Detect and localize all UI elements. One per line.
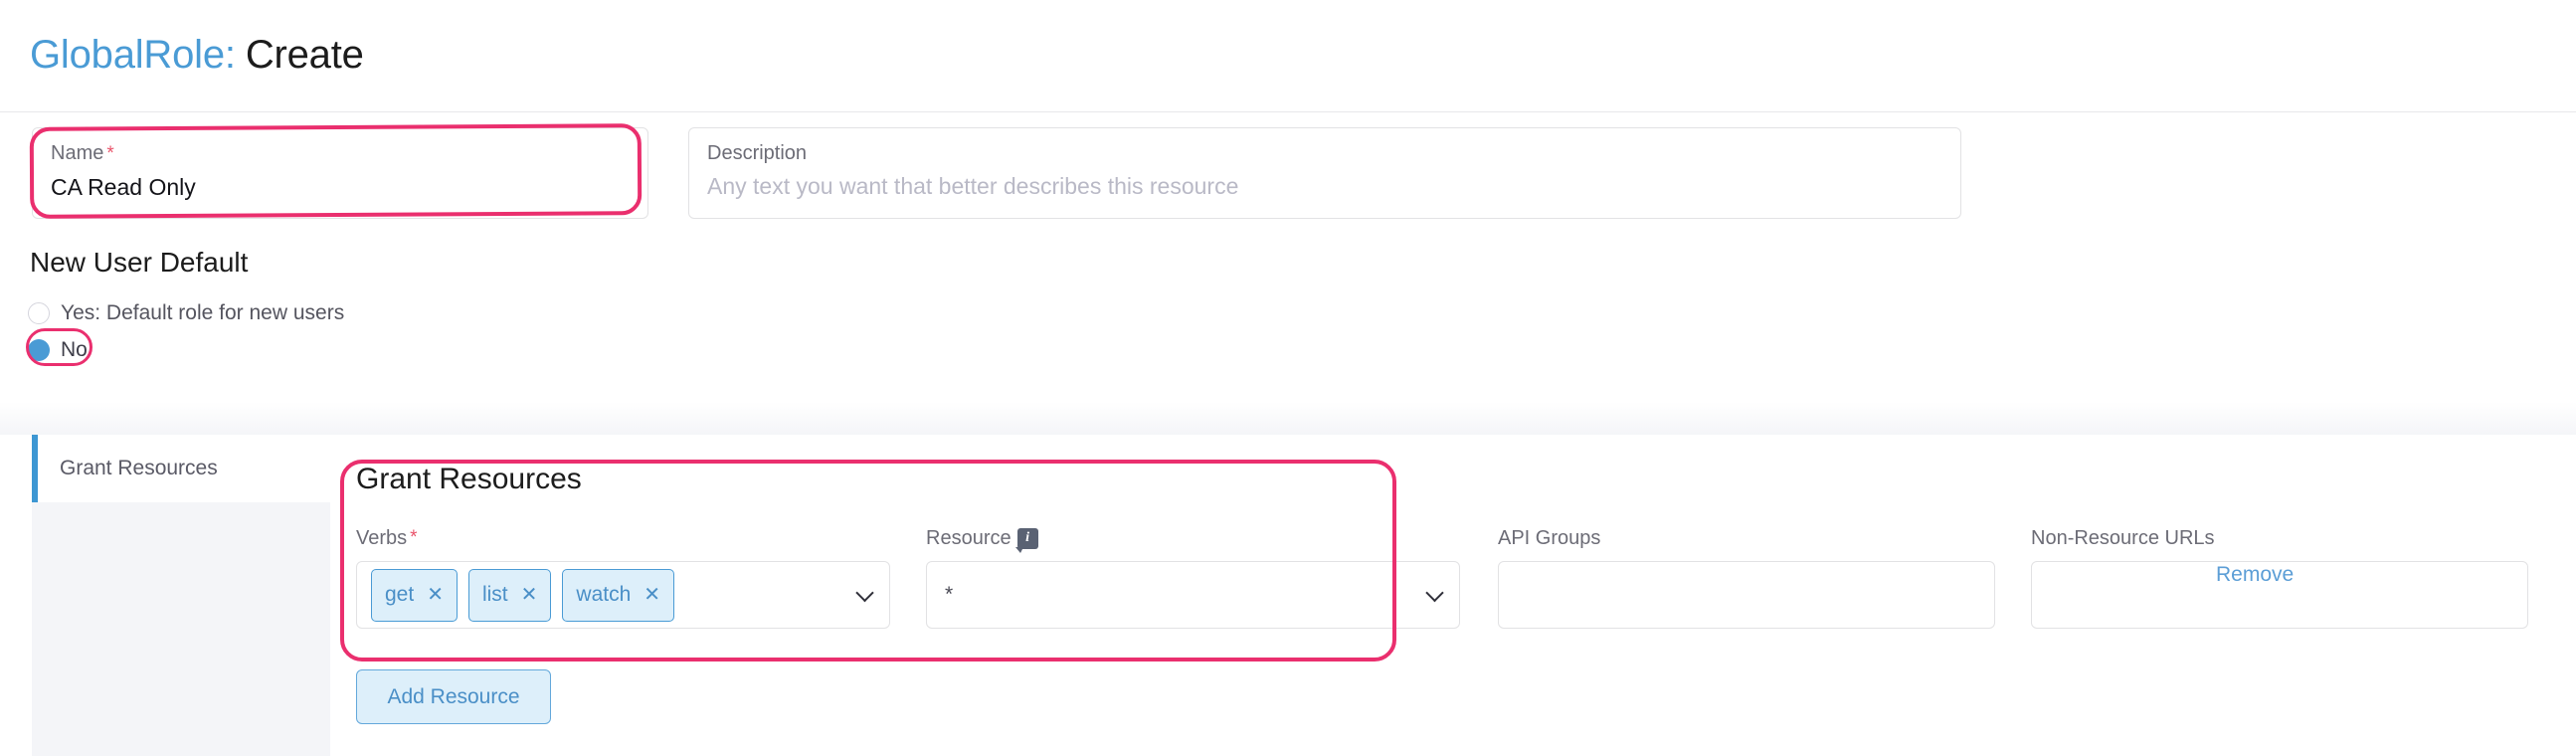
add-resource-button[interactable]: Add Resource xyxy=(356,669,551,724)
verb-tag[interactable]: list ✕ xyxy=(468,569,551,622)
radio-circle-filled-icon xyxy=(28,339,50,361)
remove-resource-link[interactable]: Remove xyxy=(2216,563,2294,587)
chevron-down-icon[interactable] xyxy=(855,584,873,602)
name-required-marker: * xyxy=(106,143,113,164)
verb-tag-label: watch xyxy=(576,583,631,607)
tab-grant-resources[interactable]: Grant Resources xyxy=(32,435,330,502)
verbs-label: Verbs* xyxy=(356,525,890,551)
api-groups-input[interactable] xyxy=(1498,561,1995,629)
close-icon[interactable]: ✕ xyxy=(521,585,538,605)
page-title-action: Create xyxy=(246,33,364,77)
close-icon[interactable]: ✕ xyxy=(644,585,660,605)
name-field[interactable]: Name* CA Read Only xyxy=(32,127,648,219)
primary-fields-row: Name* CA Read Only Description Any text … xyxy=(32,127,2548,219)
verb-tag[interactable]: watch ✕ xyxy=(562,569,674,622)
name-label-text: Name xyxy=(51,142,103,164)
radio-option-yes-label: Yes: Default role for new users xyxy=(61,301,344,325)
resource-select-value: * xyxy=(941,583,953,607)
verbs-label-text: Verbs xyxy=(356,526,407,550)
tab-grant-resources-label: Grant Resources xyxy=(60,457,218,480)
verbs-multiselect[interactable]: get ✕ list ✕ watch ✕ xyxy=(356,561,890,629)
description-field[interactable]: Description Any text you want that bette… xyxy=(688,127,1961,219)
new-user-default-radio-group: Yes: Default role for new users No xyxy=(28,296,344,370)
radio-option-yes[interactable]: Yes: Default role for new users xyxy=(28,296,344,329)
resource-label-text: Resource xyxy=(926,526,1012,550)
name-input[interactable]: CA Read Only xyxy=(51,173,630,201)
resource-label: Resource i xyxy=(926,525,1460,551)
radio-option-no[interactable]: No xyxy=(28,333,344,366)
api-groups-column: API Groups xyxy=(1498,525,1995,629)
new-user-default-heading: New User Default xyxy=(30,247,248,279)
resource-column: Resource i * xyxy=(926,525,1460,629)
description-field-label: Description xyxy=(707,141,1942,165)
tab-sidebar: Grant Resources xyxy=(32,435,330,756)
page-title-kind: GlobalRole: xyxy=(30,33,236,77)
grant-resources-title: Grant Resources xyxy=(356,463,2544,496)
globalrole-create-page: GlobalRole:Create Name* CA Read Only Des… xyxy=(0,0,2576,756)
header-divider xyxy=(0,111,2576,112)
api-groups-label: API Groups xyxy=(1498,525,1995,551)
non-resource-urls-label: Non-Resource URLs xyxy=(2031,525,2528,551)
radio-circle-icon xyxy=(28,302,50,324)
verb-tag[interactable]: get ✕ xyxy=(371,569,458,622)
tab-section-shadow xyxy=(0,402,2576,436)
chevron-down-icon[interactable] xyxy=(1425,584,1443,602)
description-input[interactable]: Any text you want that better describes … xyxy=(707,172,1942,200)
verbs-required-marker: * xyxy=(410,526,417,550)
grant-resources-panel: Grant Resources xyxy=(356,463,2544,496)
resource-select[interactable]: * xyxy=(926,561,1460,629)
verb-tag-label: get xyxy=(385,583,414,607)
name-field-label: Name* xyxy=(51,141,630,166)
tab-active-indicator xyxy=(32,435,38,502)
page-title: GlobalRole:Create xyxy=(30,33,364,78)
verb-tag-label: list xyxy=(482,583,508,607)
close-icon[interactable]: ✕ xyxy=(427,585,444,605)
info-icon[interactable]: i xyxy=(1017,528,1038,549)
verbs-column: Verbs* get ✕ list ✕ watch ✕ xyxy=(356,525,890,629)
radio-option-no-label: No xyxy=(61,338,88,362)
